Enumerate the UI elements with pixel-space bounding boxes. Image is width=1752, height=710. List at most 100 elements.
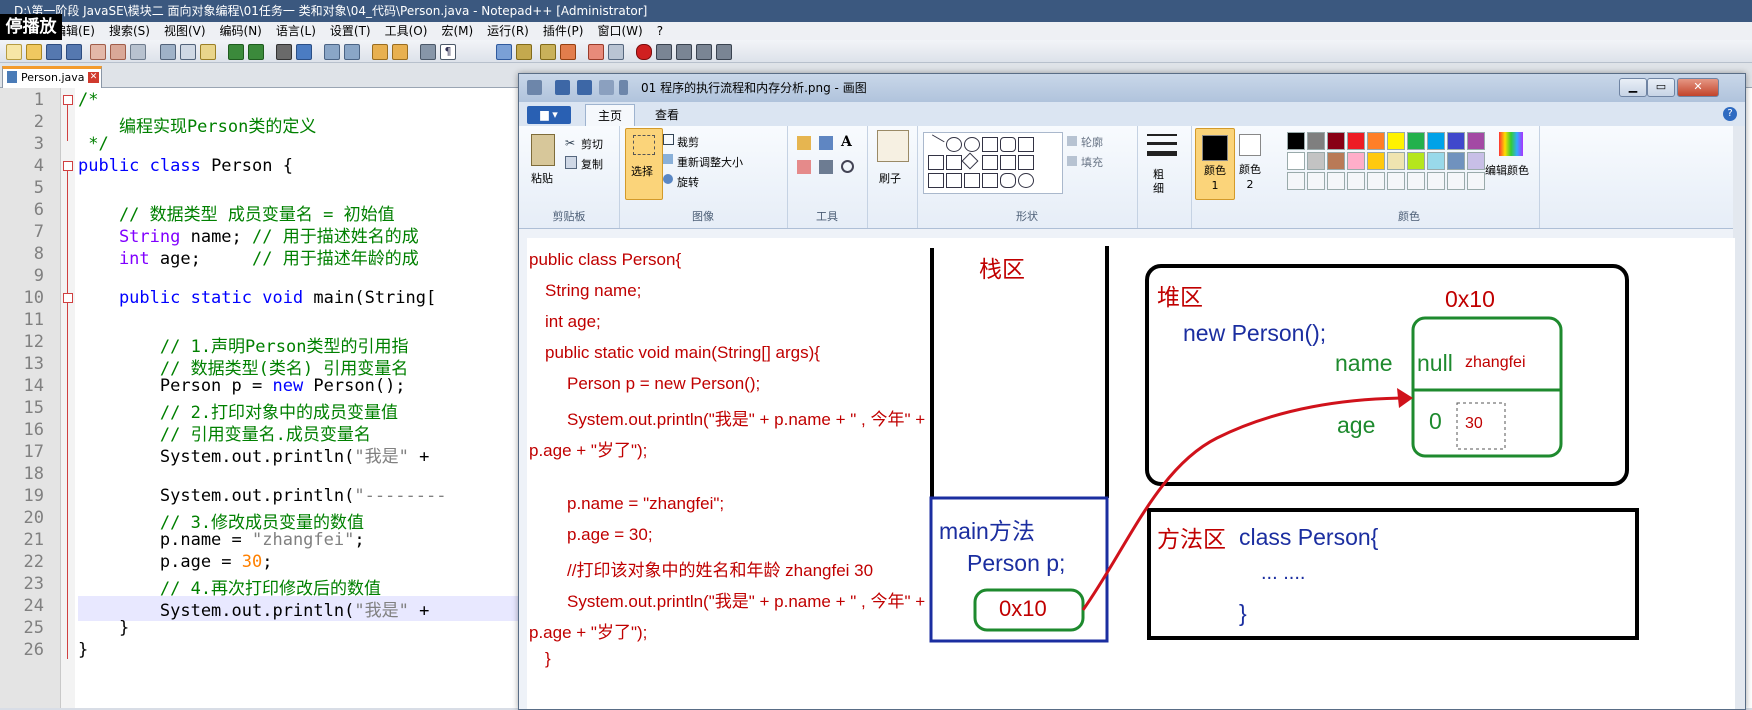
doc-map-icon[interactable] (516, 44, 532, 60)
custom-color-slot[interactable] (1347, 172, 1365, 190)
close-all-icon[interactable] (110, 44, 126, 60)
arrow-down-shape-icon[interactable] (928, 173, 944, 188)
fill-bucket-icon[interactable] (819, 136, 833, 150)
close-button[interactable]: ✕ (1677, 78, 1719, 97)
maximize-button[interactable]: ▭ (1647, 78, 1675, 97)
palette-swatch[interactable] (1407, 132, 1425, 150)
indent-guide-icon[interactable] (496, 44, 512, 60)
custom-color-slot[interactable] (1387, 172, 1405, 190)
palette-swatch[interactable] (1287, 132, 1305, 150)
menu-search[interactable]: 搜索(S) (109, 22, 150, 40)
color-picker-icon[interactable] (819, 160, 833, 174)
palette-swatch[interactable] (1387, 152, 1405, 170)
play-macro-icon[interactable] (676, 44, 692, 60)
custom-color-slot[interactable] (1467, 172, 1485, 190)
fold-toggle-icon[interactable] (63, 293, 73, 303)
tab-close-icon[interactable]: ✕ (88, 72, 99, 83)
custom-color-slot[interactable] (1367, 172, 1385, 190)
brush-icon[interactable] (877, 130, 909, 162)
pentagon-shape-icon[interactable] (982, 155, 998, 170)
right-triangle-shape-icon[interactable] (946, 155, 962, 170)
monitoring-icon[interactable] (588, 44, 604, 60)
text-tool-icon[interactable]: A (841, 134, 855, 150)
palette-swatch[interactable] (1327, 132, 1345, 150)
palette-swatch[interactable] (1307, 132, 1325, 150)
custom-color-slot[interactable] (1307, 172, 1325, 190)
color2-label[interactable]: 颜色 2 (1235, 162, 1265, 192)
custom-color-slot[interactable] (1427, 172, 1445, 190)
crop-button[interactable]: 裁剪 (677, 134, 699, 150)
palette-swatch[interactable] (1367, 132, 1385, 150)
zoom-out-icon[interactable] (344, 44, 360, 60)
edit-colors-button[interactable]: 编辑颜色 (1485, 162, 1529, 178)
custom-color-slot[interactable] (1327, 172, 1345, 190)
palette-swatch[interactable] (1427, 132, 1445, 150)
tab-home[interactable]: 主页 (585, 104, 636, 127)
menu-encoding[interactable]: 编码(N) (220, 22, 262, 40)
brushes-button[interactable]: 刷子 (879, 170, 901, 186)
customize-quick-access-icon[interactable] (619, 80, 628, 95)
palette-swatch[interactable] (1447, 132, 1465, 150)
color2-swatch[interactable] (1239, 134, 1261, 156)
menu-window[interactable]: 窗口(W) (597, 22, 642, 40)
hexagon-shape-icon[interactable] (1000, 155, 1016, 170)
paste-icon[interactable] (531, 134, 555, 166)
menu-run[interactable]: 运行(R) (487, 22, 529, 40)
rounded-rectangle-shape-icon[interactable] (1000, 137, 1016, 152)
undo-icon[interactable] (577, 80, 592, 95)
oval-shape-icon[interactable] (964, 137, 980, 152)
file-menu-button[interactable]: ▆ ▾ (527, 106, 571, 124)
magnifier-icon[interactable] (841, 160, 854, 173)
arrow-right-shape-icon[interactable] (1018, 155, 1034, 170)
pencil-icon[interactable] (797, 136, 811, 150)
show-all-chars-icon[interactable]: ¶ (440, 44, 456, 60)
new-file-icon[interactable] (6, 44, 22, 60)
polygon-shape-icon[interactable] (1018, 137, 1034, 152)
save-icon[interactable] (46, 44, 62, 60)
copy-icon[interactable] (180, 44, 196, 60)
diamond-shape-icon[interactable] (961, 152, 979, 170)
redo-icon[interactable] (599, 80, 614, 95)
save-macro-icon[interactable] (716, 44, 732, 60)
sync-horizontal-icon[interactable] (392, 44, 408, 60)
paint-app-icon[interactable] (527, 80, 542, 95)
fill-button[interactable]: 填充 (1081, 154, 1103, 170)
custom-color-slot[interactable] (1287, 172, 1305, 190)
outline-button[interactable]: 轮廓 (1081, 134, 1103, 150)
palette-swatch[interactable] (1467, 152, 1485, 170)
cut-icon[interactable] (160, 44, 176, 60)
palette-swatch[interactable] (1427, 152, 1445, 170)
color1-button[interactable]: 颜色 1 (1195, 128, 1235, 200)
fold-toggle-icon[interactable] (63, 161, 73, 171)
star6-shape-icon[interactable] (982, 173, 998, 188)
line-shape-icon[interactable] (925, 134, 945, 154)
palette-swatch[interactable] (1447, 152, 1465, 170)
callout-shape-icon[interactable] (1000, 173, 1016, 188)
menu-help[interactable]: ? (657, 22, 663, 40)
select-button[interactable]: 选择 (625, 128, 663, 200)
word-wrap-icon[interactable] (420, 44, 436, 60)
palette-swatch[interactable] (1387, 132, 1405, 150)
eraser-icon[interactable] (797, 160, 811, 174)
curve-shape-icon[interactable] (946, 137, 962, 152)
fold-toggle-icon[interactable] (63, 95, 73, 105)
close-icon[interactable] (90, 44, 106, 60)
palette-swatch[interactable] (1307, 152, 1325, 170)
resize-button[interactable]: 重新调整大小 (677, 154, 743, 170)
menu-plugins[interactable]: 插件(P) (543, 22, 584, 40)
menu-macro[interactable]: 宏(M) (441, 22, 473, 40)
size-button[interactable]: 粗细 (1153, 168, 1165, 196)
tab-person-java[interactable]: Person.java ✕ (2, 66, 102, 89)
palette-swatch[interactable] (1367, 152, 1385, 170)
preview-icon[interactable] (608, 44, 624, 60)
palette-swatch[interactable] (1467, 132, 1485, 150)
tab-view[interactable]: 查看 (643, 104, 691, 126)
cloud-shape-icon[interactable] (1018, 173, 1034, 188)
palette-swatch[interactable] (1347, 132, 1365, 150)
menu-view[interactable]: 视图(V) (164, 22, 206, 40)
triangle-shape-icon[interactable] (928, 155, 944, 170)
help-icon[interactable]: ? (1723, 107, 1737, 121)
undo-icon[interactable] (228, 44, 244, 60)
find-icon[interactable] (276, 44, 292, 60)
edit-colors-icon[interactable] (1499, 132, 1523, 156)
